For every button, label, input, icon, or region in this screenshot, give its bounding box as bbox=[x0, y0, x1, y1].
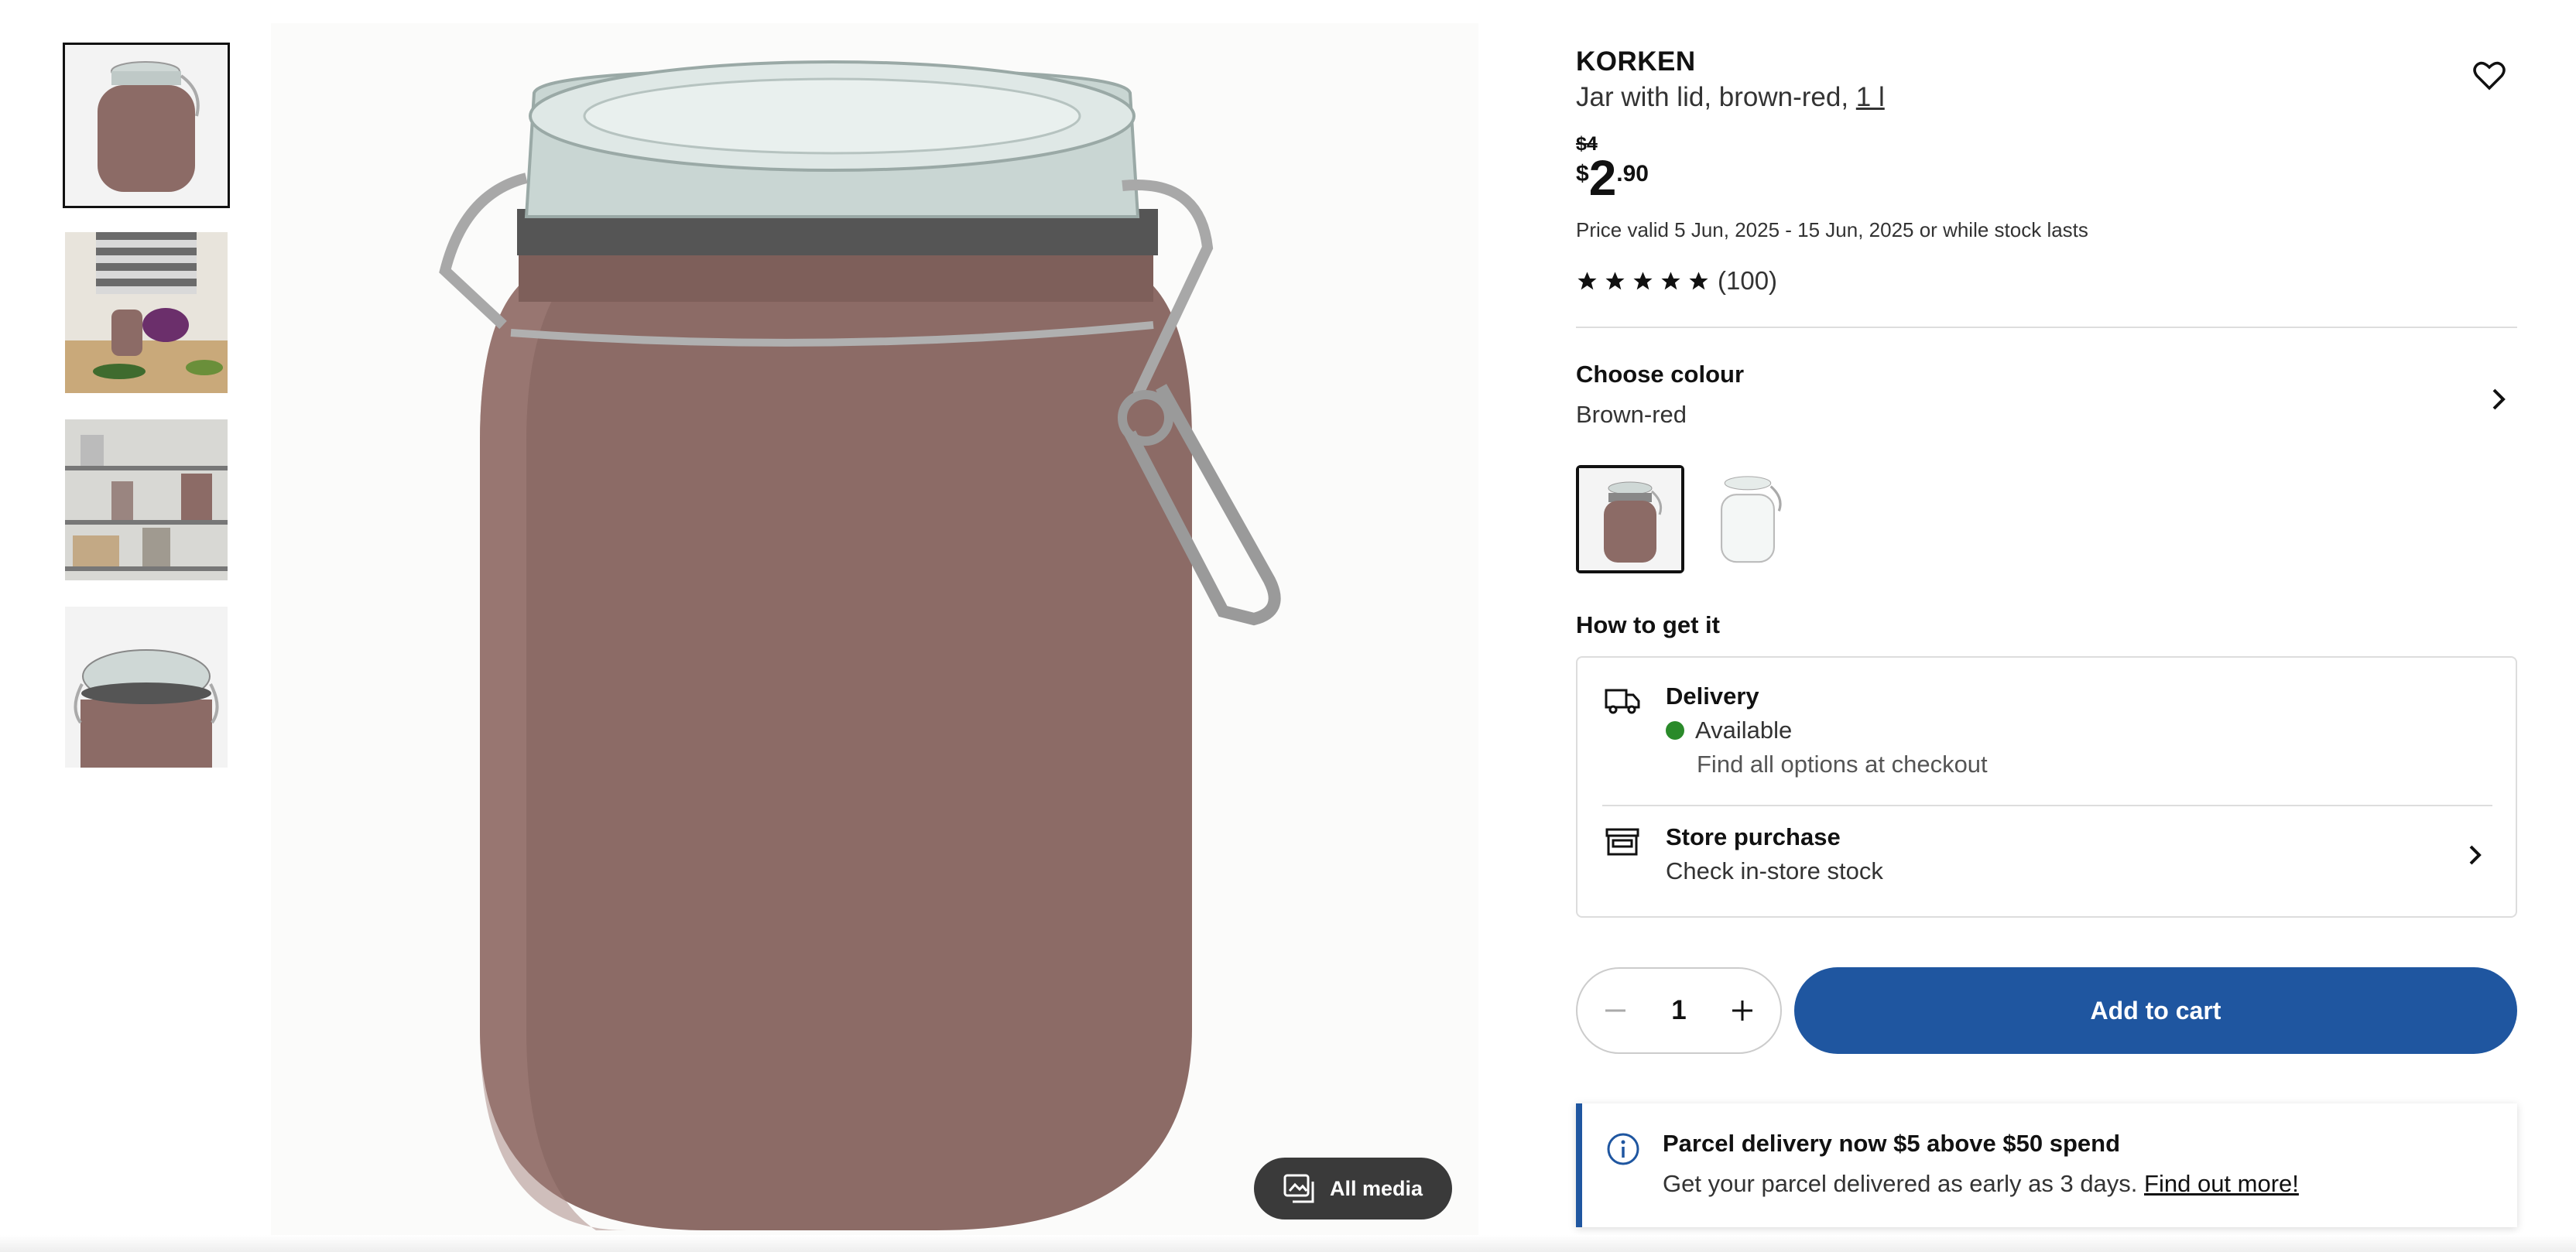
product-brand: KORKEN bbox=[1576, 46, 1696, 77]
chevron-right-icon[interactable] bbox=[2486, 382, 2513, 416]
thumbnail-jar-top[interactable] bbox=[65, 607, 228, 768]
store-icon bbox=[1605, 828, 1639, 856]
jar-clear-image bbox=[1694, 465, 1802, 573]
info-icon bbox=[1607, 1133, 1639, 1165]
thumbnail-list bbox=[63, 43, 230, 794]
chevron-right-icon[interactable] bbox=[2463, 839, 2488, 871]
delivery-note: Find all options at checkout bbox=[1697, 751, 1988, 778]
product-size-link[interactable]: 1 l bbox=[1856, 82, 1885, 112]
how-to-get-title: How to get it bbox=[1576, 611, 1720, 638]
truck-icon bbox=[1605, 689, 1640, 714]
star-icon bbox=[1633, 271, 1653, 289]
delivery-availability: Available bbox=[1666, 717, 1792, 744]
all-media-button[interactable]: All media bbox=[1254, 1158, 1452, 1220]
choose-colour-title: Choose colour bbox=[1576, 361, 1745, 388]
rating-count: (100) bbox=[1718, 266, 1778, 295]
price-decimal: .90 bbox=[1616, 161, 1649, 186]
product-description: Jar with lid, brown-red, 1 l bbox=[1576, 82, 1885, 113]
current-price: $ 2 .90 bbox=[1576, 153, 1649, 203]
quantity-value[interactable]: 1 bbox=[1671, 995, 1686, 1026]
store-purchase-note: Check in-store stock bbox=[1666, 857, 1883, 884]
fulfilment-options: Delivery Available Find all options at c… bbox=[1576, 656, 2517, 918]
star-icon bbox=[1605, 271, 1625, 289]
quantity-stepper: 1 bbox=[1576, 967, 1782, 1054]
price-validity: Price valid 5 Jun, 2025 - 15 Jun, 2025 o… bbox=[1576, 218, 2088, 241]
thumbnail-jar-front[interactable] bbox=[63, 43, 230, 208]
rating-stars bbox=[1576, 270, 1710, 292]
minus-icon[interactable] bbox=[1601, 996, 1630, 1025]
all-media-label: All media bbox=[1329, 1176, 1423, 1200]
delivery-title: Delivery bbox=[1666, 682, 1759, 710]
parcel-delivery-banner: Parcel delivery now $5 above $50 spend G… bbox=[1576, 1103, 2517, 1227]
thumbnail-kitchen-prep[interactable] bbox=[65, 232, 228, 393]
available-dot bbox=[1666, 721, 1684, 740]
banner-title: Parcel delivery now $5 above $50 spend bbox=[1663, 1130, 2121, 1157]
swatch-brown-red[interactable] bbox=[1576, 465, 1684, 573]
banner-text: Get your parcel delivered as early as 3 … bbox=[1663, 1170, 2299, 1198]
heart-icon[interactable] bbox=[2472, 59, 2506, 93]
add-to-cart-button[interactable]: Add to cart bbox=[1794, 967, 2517, 1054]
page-bottom-edge bbox=[0, 1235, 2576, 1252]
main-product-image[interactable] bbox=[271, 23, 1478, 1238]
thumbnail-pantry-shelf[interactable] bbox=[65, 419, 228, 580]
divider bbox=[1602, 805, 2492, 806]
jar-brown-red-image bbox=[1579, 468, 1681, 570]
plus-icon[interactable] bbox=[1728, 996, 1757, 1025]
find-out-more-link[interactable]: Find out more! bbox=[2144, 1170, 2299, 1197]
star-icon bbox=[1661, 271, 1680, 289]
rating[interactable]: (100) bbox=[1576, 266, 1777, 296]
star-icon bbox=[1689, 271, 1708, 289]
banner-body: Get your parcel delivered as early as 3 … bbox=[1663, 1170, 2145, 1197]
delivery-status: Available bbox=[1695, 717, 1793, 744]
swatch-clear-glass[interactable] bbox=[1694, 465, 1802, 573]
divider bbox=[1576, 327, 2517, 328]
price-integer: 2 bbox=[1588, 150, 1617, 206]
product-description-text: Jar with lid, brown-red, bbox=[1576, 82, 1856, 112]
store-purchase-title: Store purchase bbox=[1666, 823, 1841, 850]
star-icon bbox=[1577, 271, 1597, 289]
selected-colour: Brown-red bbox=[1576, 401, 1687, 428]
price-currency: $ bbox=[1576, 161, 1589, 186]
gallery-icon bbox=[1283, 1174, 1314, 1203]
